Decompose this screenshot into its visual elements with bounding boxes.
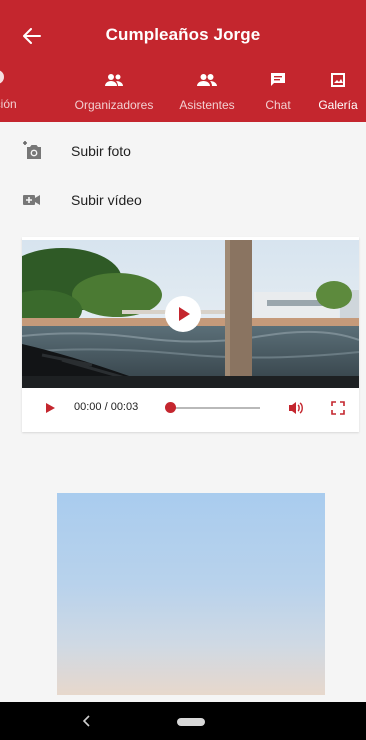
seek-knob[interactable] [165, 402, 176, 413]
seek-track[interactable] [172, 407, 260, 409]
tab-label: Galería [318, 98, 358, 112]
volume-icon[interactable] [288, 400, 304, 416]
group-icon [104, 70, 124, 90]
tab-galeria[interactable]: Galería [312, 66, 364, 122]
tab-label: ación [0, 97, 17, 111]
tab-label: Organizadores [74, 98, 154, 112]
video-time: 00:00 / 00:03 [74, 401, 139, 413]
tab-label: Chat [265, 98, 291, 112]
upload-video-button[interactable]: Subir vídeo [0, 176, 366, 224]
video-controls: 00:00 / 00:03 [22, 388, 359, 428]
tab-bar: ación Organizadores Asistentes [0, 66, 366, 122]
gallery-photo[interactable] [57, 493, 325, 695]
add-video-icon [20, 188, 44, 212]
tab-informacion[interactable]: ación [0, 66, 42, 122]
people-icon [197, 70, 217, 90]
upload-photo-label: Subir foto [71, 143, 131, 159]
nav-home-pill[interactable] [177, 718, 205, 726]
page-title: Cumpleaños Jorge [105, 25, 261, 44]
tab-asistentes[interactable]: Asistentes [172, 66, 242, 122]
tab-label: Asistentes [179, 98, 235, 112]
chat-icon [270, 70, 286, 90]
upload-photo-button[interactable]: Subir foto [0, 127, 366, 175]
app-bar: Cumpleaños Jorge ación Organizadores [0, 0, 366, 122]
upload-video-label: Subir vídeo [71, 192, 142, 208]
nav-back-icon[interactable] [78, 712, 96, 730]
gallery-icon [330, 70, 346, 90]
add-photo-icon [20, 139, 44, 163]
tab-chat[interactable]: Chat [255, 66, 301, 122]
fullscreen-icon[interactable] [331, 401, 345, 415]
video-thumbnail[interactable] [22, 240, 359, 388]
play-icon[interactable] [44, 402, 56, 414]
system-nav-bar [0, 702, 366, 740]
partial-tab-icon [0, 70, 4, 84]
tab-organizadores[interactable]: Organizadores [64, 66, 164, 122]
play-overlay-button[interactable] [165, 296, 201, 332]
video-player: 00:00 / 00:03 [22, 237, 359, 432]
